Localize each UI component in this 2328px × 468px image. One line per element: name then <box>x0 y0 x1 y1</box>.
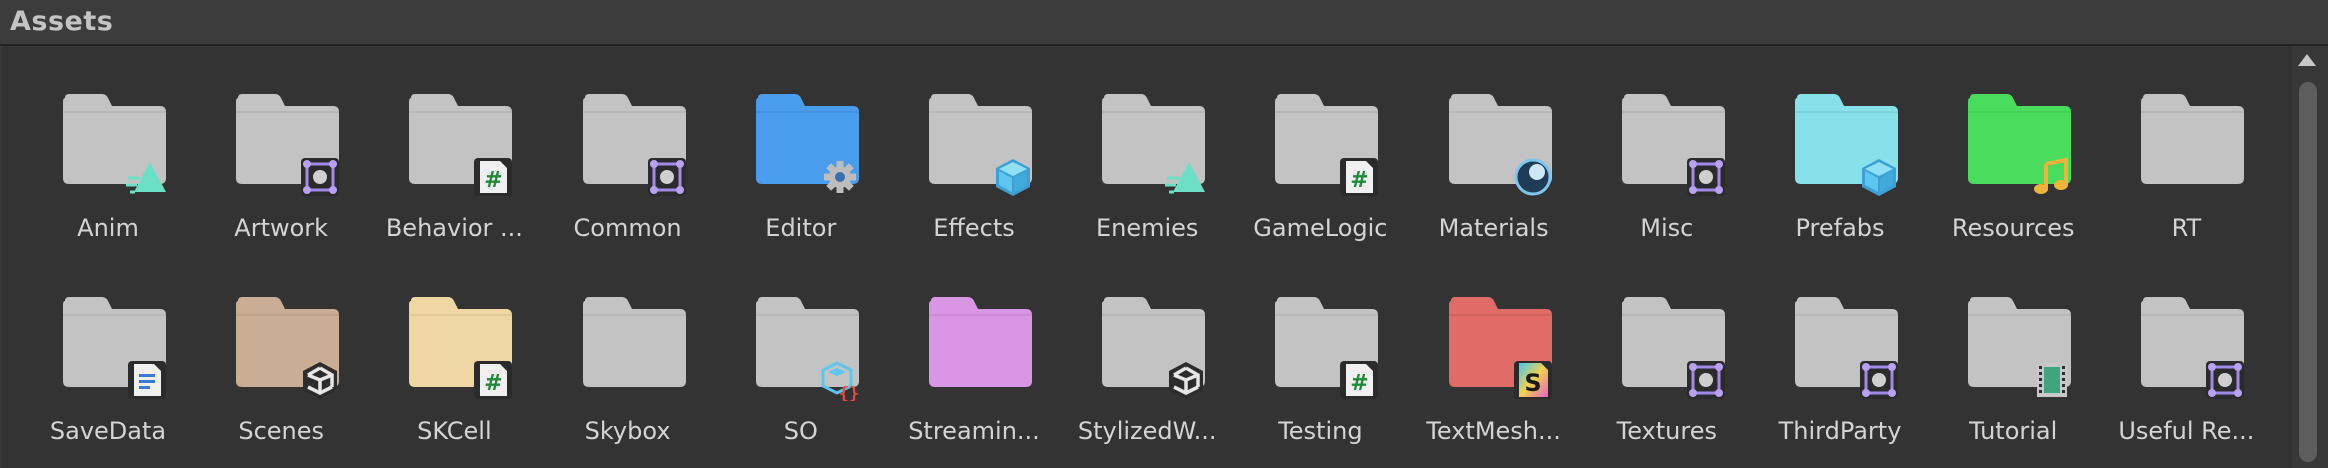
folder-label: SO <box>783 417 818 445</box>
folder-item-textmesh[interactable]: S TextMesh... <box>1408 249 1580 445</box>
folder-icon <box>582 297 687 387</box>
folder-item-stylizedw[interactable]: StylizedW... <box>1061 249 1233 445</box>
textmesh-font-icon: S <box>1512 359 1554 401</box>
svg-text:#: # <box>1351 168 1369 193</box>
folder-label: SaveData <box>49 417 167 445</box>
folder-label: Misc <box>1640 214 1694 242</box>
sprite-frame-icon <box>1685 359 1727 401</box>
folder-label: TextMesh... <box>1426 417 1561 445</box>
svg-text:#: # <box>485 371 503 396</box>
material-sphere-icon <box>1512 156 1554 198</box>
folder-item-skybox[interactable]: Skybox <box>542 249 714 445</box>
folder-item-anim[interactable]: Anim <box>22 46 194 242</box>
folder-item-resources[interactable]: Resources <box>1927 46 2099 242</box>
folder-label: Behavior ... <box>385 214 523 242</box>
folder-item-testing[interactable]: # Testing <box>1234 249 1406 445</box>
assets-panel-header: Assets <box>0 0 2328 46</box>
gear-icon <box>819 156 861 198</box>
folder-item-streamin[interactable]: Streamin... <box>888 249 1060 445</box>
svg-text:S: S <box>1524 369 1541 397</box>
folder-label: Artwork <box>234 214 329 242</box>
vertical-scrollbar[interactable] <box>2292 46 2328 468</box>
scrollbar-thumb[interactable] <box>2299 82 2317 462</box>
folder-label: Effects <box>933 214 1015 242</box>
folder-label: Streamin... <box>908 417 1040 445</box>
csharp-script-icon: # <box>1338 156 1380 198</box>
folder-item-effects[interactable]: Effects <box>888 46 1060 242</box>
folder-item-skcell[interactable]: # SKCell <box>368 249 540 445</box>
folder-label: GameLogic <box>1253 214 1388 242</box>
sprite-frame-icon <box>2204 359 2246 401</box>
asset-grid: Anim Artwork # Behavior ... Common Edito… <box>2 46 2292 468</box>
folder-label: Common <box>573 214 682 242</box>
folder-label: SKCell <box>417 417 492 445</box>
folder-item-enemies[interactable]: Enemies <box>1061 46 1233 242</box>
folder-item-misc[interactable]: Misc <box>1581 46 1753 242</box>
folder-icon <box>2140 94 2245 184</box>
text-document-icon <box>126 359 168 401</box>
folder-item-scenes[interactable]: Scenes <box>195 249 367 445</box>
folder-item-so[interactable]: {} SO <box>715 249 887 445</box>
folder-item-useful-re[interactable]: Useful Re... <box>2100 249 2272 445</box>
prefab-cube-icon <box>992 156 1034 198</box>
panel-title: Assets <box>10 6 114 37</box>
svg-text:#: # <box>485 168 503 193</box>
folder-item-textures[interactable]: Textures <box>1581 249 1753 445</box>
folder-icon <box>928 297 1033 387</box>
folder-label: Textures <box>1616 417 1717 445</box>
folder-label: ThirdParty <box>1778 417 1902 445</box>
film-strip-icon <box>2031 359 2073 401</box>
prefab-cube-icon <box>1858 156 1900 198</box>
sprite-frame-icon <box>299 156 341 198</box>
folder-item-tutorial[interactable]: Tutorial <box>1927 249 2099 445</box>
folder-item-materials[interactable]: Materials <box>1408 46 1580 242</box>
sprite-frame-icon <box>1685 156 1727 198</box>
folder-item-artwork[interactable]: Artwork <box>195 46 367 242</box>
animation-triangle-icon <box>126 156 168 198</box>
svg-text:{}: {} <box>839 384 859 401</box>
csharp-script-icon: # <box>1338 359 1380 401</box>
folder-label: StylizedW... <box>1077 417 1217 445</box>
folder-item-rt[interactable]: RT <box>2100 46 2272 242</box>
folder-item-thirdparty[interactable]: ThirdParty <box>1754 249 1926 445</box>
folder-label: Testing <box>1278 417 1363 445</box>
scriptable-object-icon: {} <box>819 359 861 401</box>
folder-item-gamelogic[interactable]: # GameLogic <box>1234 46 1406 242</box>
folder-item-common[interactable]: Common <box>542 46 714 242</box>
folder-label: Tutorial <box>1969 417 2058 445</box>
music-note-icon <box>2031 156 2073 198</box>
scroll-up-arrow-icon[interactable] <box>2298 54 2316 66</box>
folder-label: Resources <box>1951 214 2075 242</box>
folder-item-prefabs[interactable]: Prefabs <box>1754 46 1926 242</box>
folder-label: Scenes <box>238 417 325 445</box>
folder-label: Editor <box>765 214 837 242</box>
csharp-script-icon: # <box>472 156 514 198</box>
sprite-frame-icon <box>1858 359 1900 401</box>
folder-label: Prefabs <box>1795 214 1885 242</box>
folder-label: Useful Re... <box>2118 417 2255 445</box>
csharp-script-icon: # <box>472 359 514 401</box>
folder-label: Skybox <box>584 417 671 445</box>
folder-label: Enemies <box>1095 214 1199 242</box>
svg-text:#: # <box>1351 371 1369 396</box>
folder-label: Anim <box>77 214 139 242</box>
animation-triangle-icon <box>1165 156 1207 198</box>
folder-item-behavior[interactable]: # Behavior ... <box>368 46 540 242</box>
folder-item-editor[interactable]: Editor <box>715 46 887 242</box>
folder-label: Materials <box>1438 214 1549 242</box>
unity-logo-icon <box>299 359 341 401</box>
sprite-frame-icon <box>646 156 688 198</box>
unity-logo-icon <box>1165 359 1207 401</box>
folder-label: RT <box>2171 214 2202 242</box>
folder-item-savedata[interactable]: SaveData <box>22 249 194 445</box>
